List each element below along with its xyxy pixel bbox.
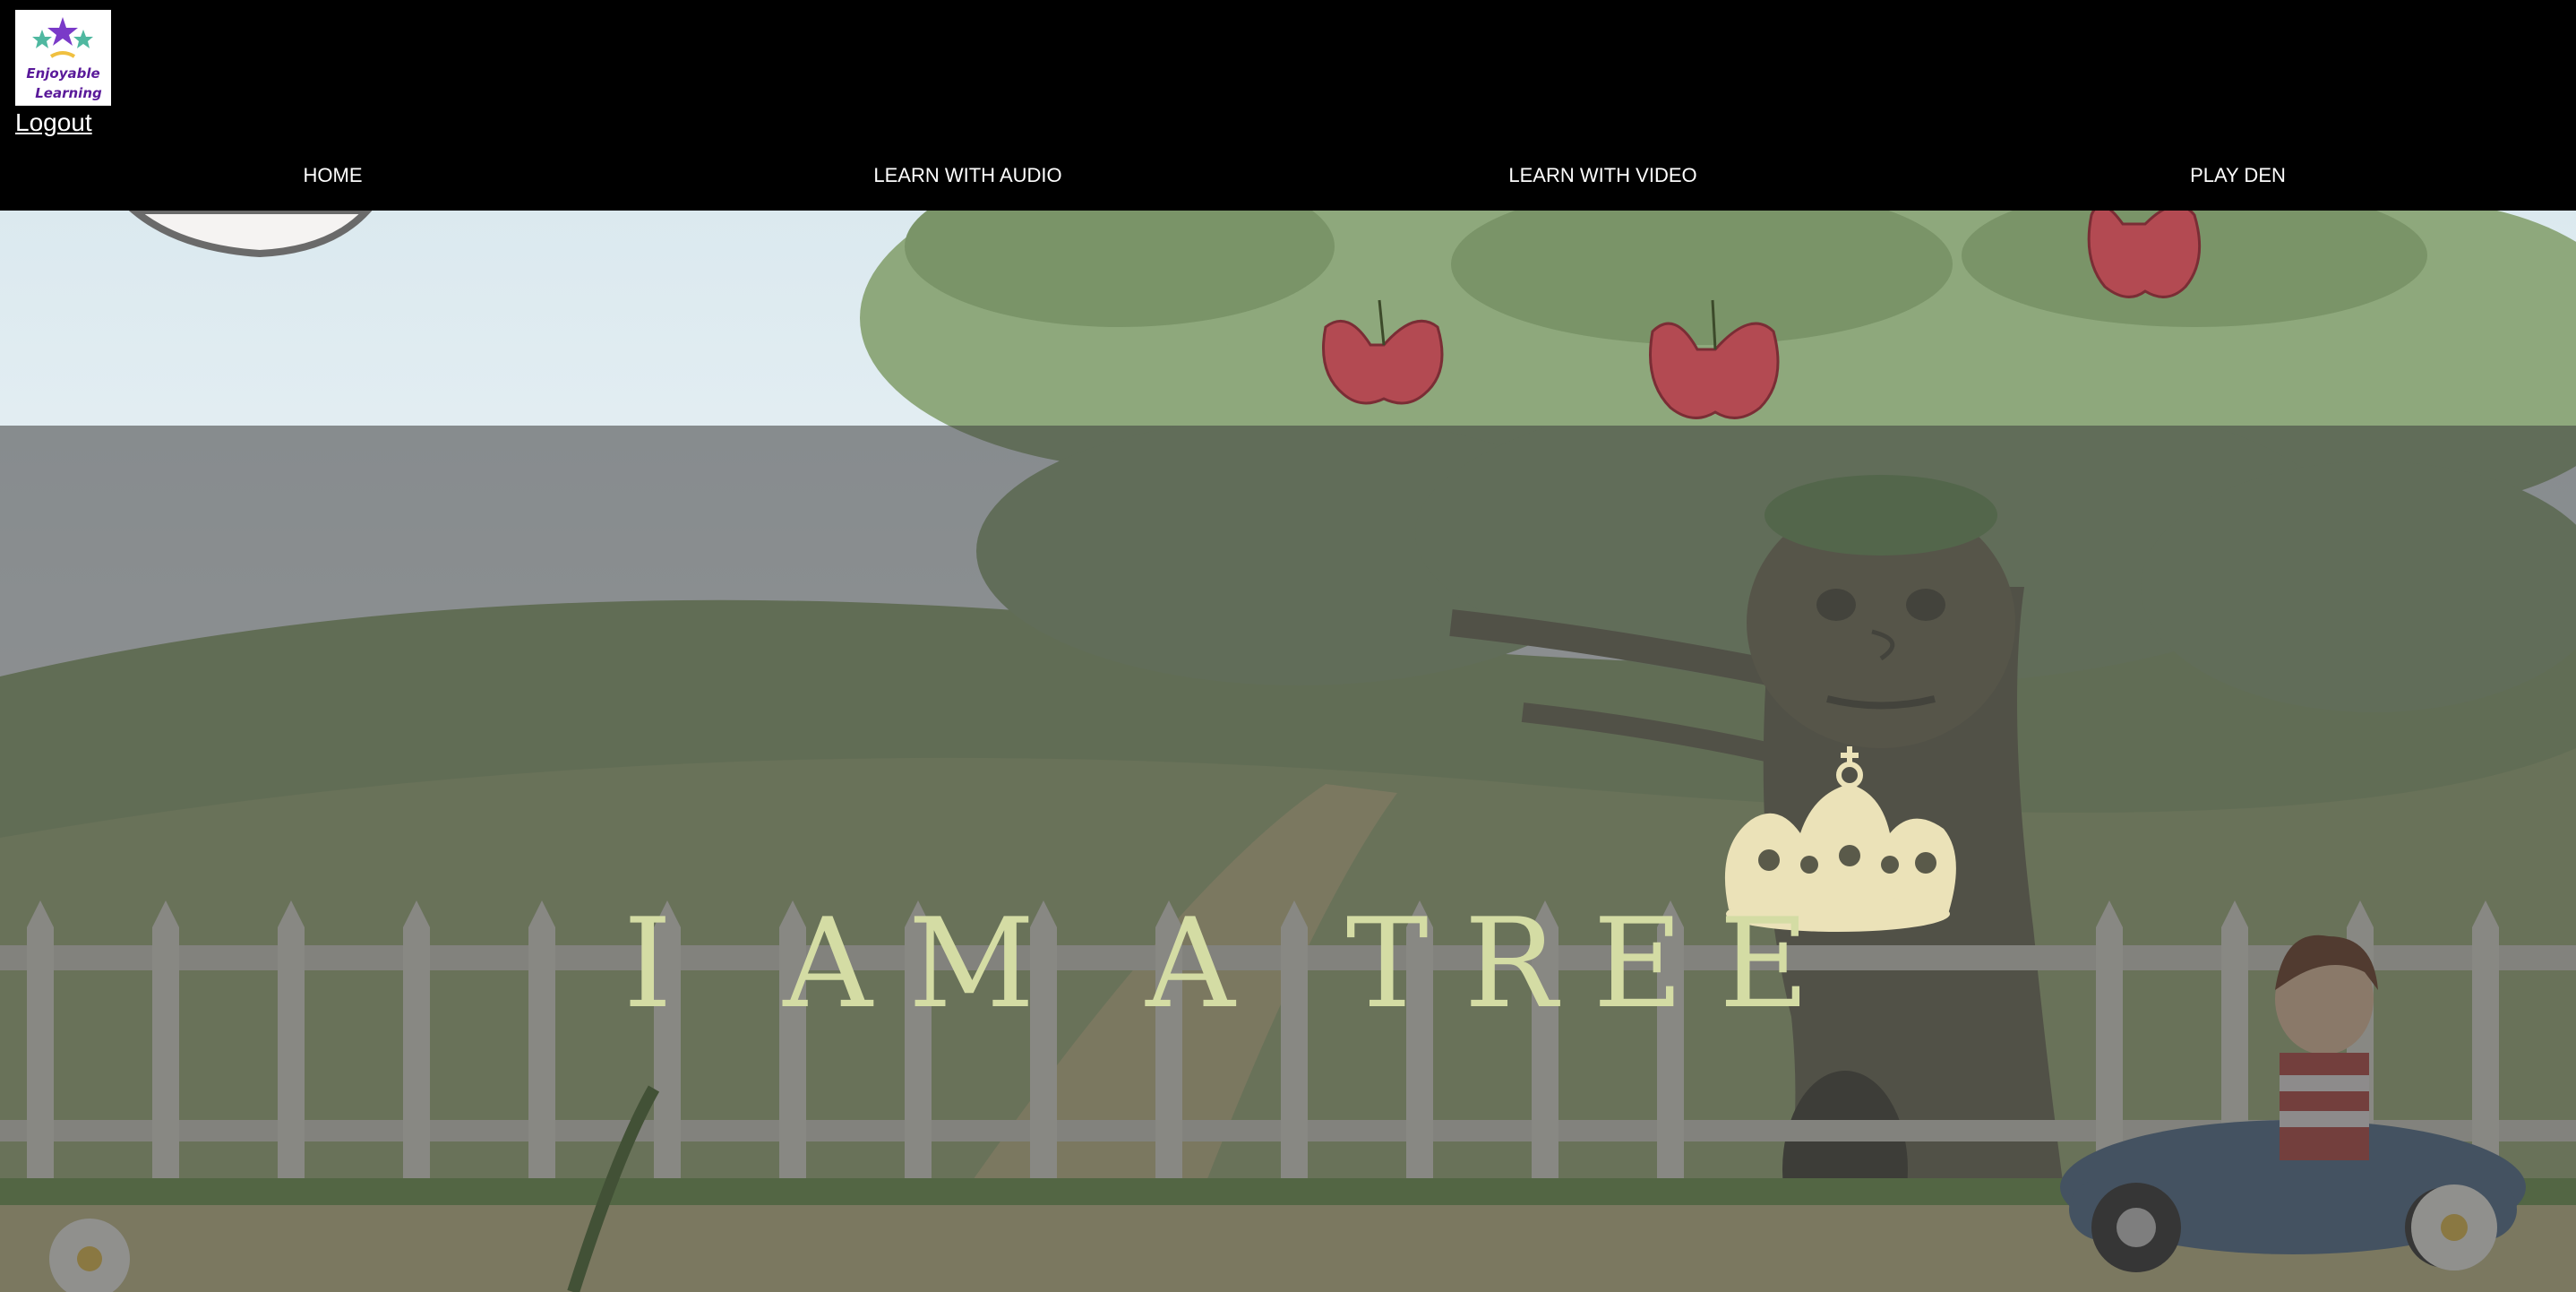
brand-logo[interactable]: Enjoyable Learning [15,10,111,106]
top-header: Enjoyable Learning Logout HOME LEARN WIT… [0,0,2576,211]
hero-title: I AM A TREE [623,891,1846,1036]
hero-banner: I AM A TREE [0,211,2576,1292]
nav-play-den[interactable]: PLAY DEN [1916,159,2560,192]
nav-home[interactable]: HOME [11,159,655,192]
logout-link[interactable]: Logout [15,108,92,137]
apple-icon [2087,211,2202,298]
stars-people-icon [32,17,93,58]
logo-text-line1: Enjoyable [26,65,100,82]
hero-illustration [0,211,2576,1292]
logo-text-line2: Learning [35,85,102,101]
main-nav: HOME LEARN WITH AUDIO LEARN WITH VIDEO P… [0,159,2576,192]
nav-learn-with-video[interactable]: LEARN WITH VIDEO [1281,159,1925,192]
nav-learn-with-audio[interactable]: LEARN WITH AUDIO [646,159,1290,192]
